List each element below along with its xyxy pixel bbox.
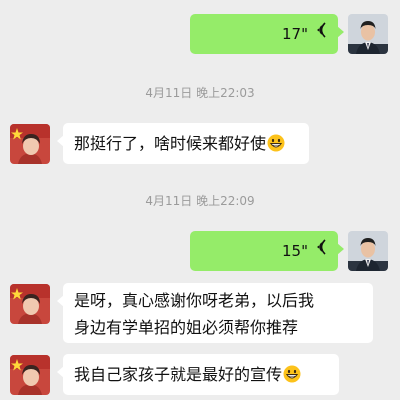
message-bubble[interactable]: 我自己家孩子就是最好的宣传 <box>57 354 339 395</box>
contact-avatar[interactable] <box>10 355 50 395</box>
voice-message-bubble[interactable]: 15" <box>190 231 344 271</box>
message-text: 我自己家孩子就是最好的宣传 <box>74 365 283 384</box>
contact-avatar[interactable] <box>10 124 50 164</box>
my-avatar[interactable] <box>348 14 388 54</box>
message-text: 那挺行了，啥时候来都好使 <box>74 134 267 153</box>
voice-message-bubble[interactable]: 17" <box>190 14 344 54</box>
voice-wave-icon <box>314 238 328 265</box>
chat-window: 17" 4月11日 晚上22:03 那挺行了，啥时候来都好使 4月11日 晚上2… <box>0 0 400 400</box>
timestamp: 4月11日 晚上22:03 <box>145 86 255 100</box>
timestamp: 4月11日 晚上22:09 <box>145 194 255 208</box>
grinning-emoji-icon <box>267 133 285 152</box>
voice-wave-icon <box>314 21 328 48</box>
my-avatar[interactable] <box>348 231 388 271</box>
grinning-emoji-icon <box>283 364 301 383</box>
message-bubble[interactable]: 是呀，真心感谢你呀老弟，以后我 身边有学单招的姐必须帮你推荐 <box>57 283 373 343</box>
message-text-line: 是呀，真心感谢你呀老弟，以后我 <box>74 291 315 310</box>
voice-duration: 15" <box>282 241 308 260</box>
message-bubble[interactable]: 那挺行了，啥时候来都好使 <box>57 123 309 164</box>
contact-avatar[interactable] <box>10 284 50 324</box>
voice-duration: 17" <box>282 24 308 43</box>
message-text-line: 身边有学单招的姐必须帮你推荐 <box>74 318 299 337</box>
